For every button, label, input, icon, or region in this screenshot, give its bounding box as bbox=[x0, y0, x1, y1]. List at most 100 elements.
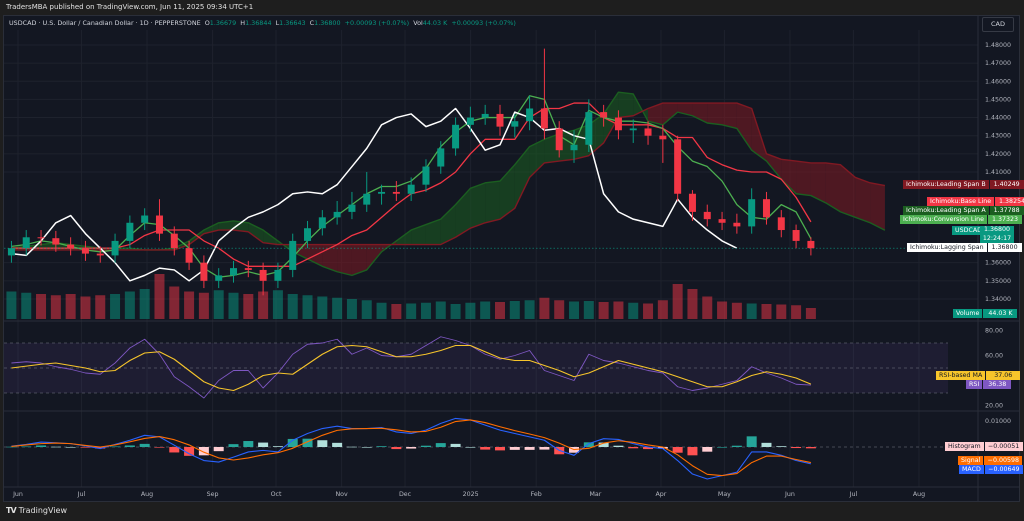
histogram-bar bbox=[346, 446, 357, 448]
candle-body bbox=[644, 128, 652, 136]
histogram-bar bbox=[628, 447, 639, 449]
label-volume: Volume 44.03 K bbox=[953, 309, 1018, 318]
tradingview-brand: TradingView bbox=[18, 506, 67, 515]
tradingview-footer[interactable]: TV TradingView bbox=[6, 506, 67, 515]
candle-body bbox=[348, 204, 356, 212]
time-tick-label: May bbox=[718, 491, 731, 498]
histogram-bar bbox=[761, 442, 772, 447]
volume-bar bbox=[198, 292, 209, 319]
rsi-tick-label: 60.00 bbox=[985, 353, 1003, 360]
macd-tick-label: 0.01000 bbox=[985, 418, 1011, 425]
candle-body bbox=[437, 148, 445, 167]
volume-bar bbox=[494, 302, 505, 319]
label-base-line: Ichimoku:Base Line 1.38254 bbox=[927, 197, 1024, 206]
high-value: 1.36844 bbox=[245, 19, 272, 27]
volume-bar bbox=[702, 296, 713, 319]
usdcad-price-badge: 1.36800 12:24:17 bbox=[980, 226, 1014, 243]
cloud-segment bbox=[425, 219, 441, 245]
symbol-legend: USDCAD · U.S. Dollar / Canadian Dollar ·… bbox=[9, 19, 516, 27]
volume-bar bbox=[272, 290, 283, 319]
candle-body bbox=[452, 124, 460, 149]
volume-bar bbox=[480, 301, 491, 319]
candle-body bbox=[555, 128, 563, 151]
candle-body bbox=[126, 222, 134, 241]
candle-body bbox=[244, 268, 252, 270]
cloud-segment bbox=[722, 103, 737, 129]
histogram-bar bbox=[6, 446, 17, 448]
cloud-segment bbox=[618, 92, 634, 118]
volume-bar bbox=[776, 304, 787, 319]
candle-body bbox=[703, 211, 711, 220]
volume-bar bbox=[332, 297, 343, 319]
histogram-bar bbox=[509, 447, 520, 450]
candle-body bbox=[274, 269, 282, 281]
candle-body bbox=[511, 121, 519, 127]
label-histogram: Histogram −0.00051 bbox=[945, 442, 1023, 451]
chart-canvas[interactable]: Jun Jul Aug Sep Oct Nov Dec 2025 Feb Mar Apr May Jun… bbox=[0, 0, 1024, 521]
volume-bar bbox=[598, 302, 609, 319]
label-signal: Signal −0.00598 bbox=[958, 456, 1023, 465]
time-tick-label: Aug bbox=[913, 491, 925, 498]
candle-body bbox=[674, 139, 682, 194]
candle-body bbox=[526, 108, 534, 122]
candle-body bbox=[733, 222, 741, 227]
volume-bar bbox=[420, 302, 431, 319]
histogram-bar bbox=[272, 446, 283, 447]
time-tick-label: Jul bbox=[849, 491, 858, 498]
currency-button[interactable]: CAD bbox=[982, 17, 1014, 32]
volume-bar bbox=[391, 304, 402, 319]
volume-bar bbox=[21, 292, 32, 319]
candle-body bbox=[111, 240, 119, 256]
candle-body bbox=[407, 184, 415, 194]
histogram-bar bbox=[243, 441, 254, 447]
volume-bar bbox=[761, 304, 772, 319]
volume-bar bbox=[139, 289, 150, 319]
histogram-bar bbox=[450, 443, 461, 447]
label-lagging-span: Ichimoku:Lagging Span 1.36800 bbox=[907, 243, 1022, 252]
histogram-bar bbox=[687, 447, 698, 456]
volume-bar bbox=[243, 294, 254, 319]
volume-bar bbox=[184, 291, 195, 319]
volume-bar bbox=[746, 303, 757, 319]
histogram-bar bbox=[435, 443, 446, 447]
macd-pane bbox=[4, 417, 978, 480]
price-tick-label: 1.48000 bbox=[985, 42, 1011, 49]
volume-bar bbox=[154, 274, 165, 319]
histogram-bar bbox=[139, 443, 150, 447]
candle-body bbox=[762, 199, 770, 218]
volume-bar bbox=[554, 300, 565, 319]
volume-bar bbox=[213, 290, 224, 319]
volume-bar bbox=[687, 289, 698, 319]
price-tick-label: 1.42000 bbox=[985, 151, 1011, 158]
cloud-segment bbox=[736, 103, 752, 151]
histogram-bar bbox=[731, 445, 742, 447]
price-tick-label: 1.46000 bbox=[985, 78, 1011, 85]
candle-body bbox=[718, 219, 726, 223]
rsi-tick-label: 80.00 bbox=[985, 328, 1003, 335]
candle-body bbox=[155, 215, 163, 234]
histogram-bar bbox=[791, 447, 802, 449]
rsi-pane bbox=[4, 336, 948, 399]
candle-body bbox=[688, 193, 696, 212]
volume-bar bbox=[376, 302, 387, 319]
volume-bar bbox=[435, 301, 446, 319]
histogram-bar bbox=[420, 445, 431, 447]
histogram-bar bbox=[494, 447, 505, 451]
histogram-bar bbox=[50, 446, 61, 448]
cloud-segment bbox=[485, 181, 500, 223]
time-tick-label: Aug bbox=[141, 491, 153, 498]
candle-body bbox=[81, 248, 89, 254]
histogram-bar bbox=[613, 445, 624, 447]
volume-bar bbox=[169, 286, 180, 319]
time-tick-label: Mar bbox=[589, 491, 601, 498]
volume-bar bbox=[228, 292, 239, 319]
candle-body bbox=[614, 117, 622, 131]
volume-bar bbox=[50, 295, 61, 319]
volume-bar bbox=[317, 296, 328, 319]
candle-body bbox=[363, 193, 371, 205]
volume-bar bbox=[731, 302, 742, 319]
price-tick-label: 1.34000 bbox=[985, 296, 1011, 303]
candle-body bbox=[540, 108, 548, 129]
volume-change: +0.00093 (+0.07%) bbox=[451, 19, 516, 27]
candle-body bbox=[52, 238, 60, 245]
